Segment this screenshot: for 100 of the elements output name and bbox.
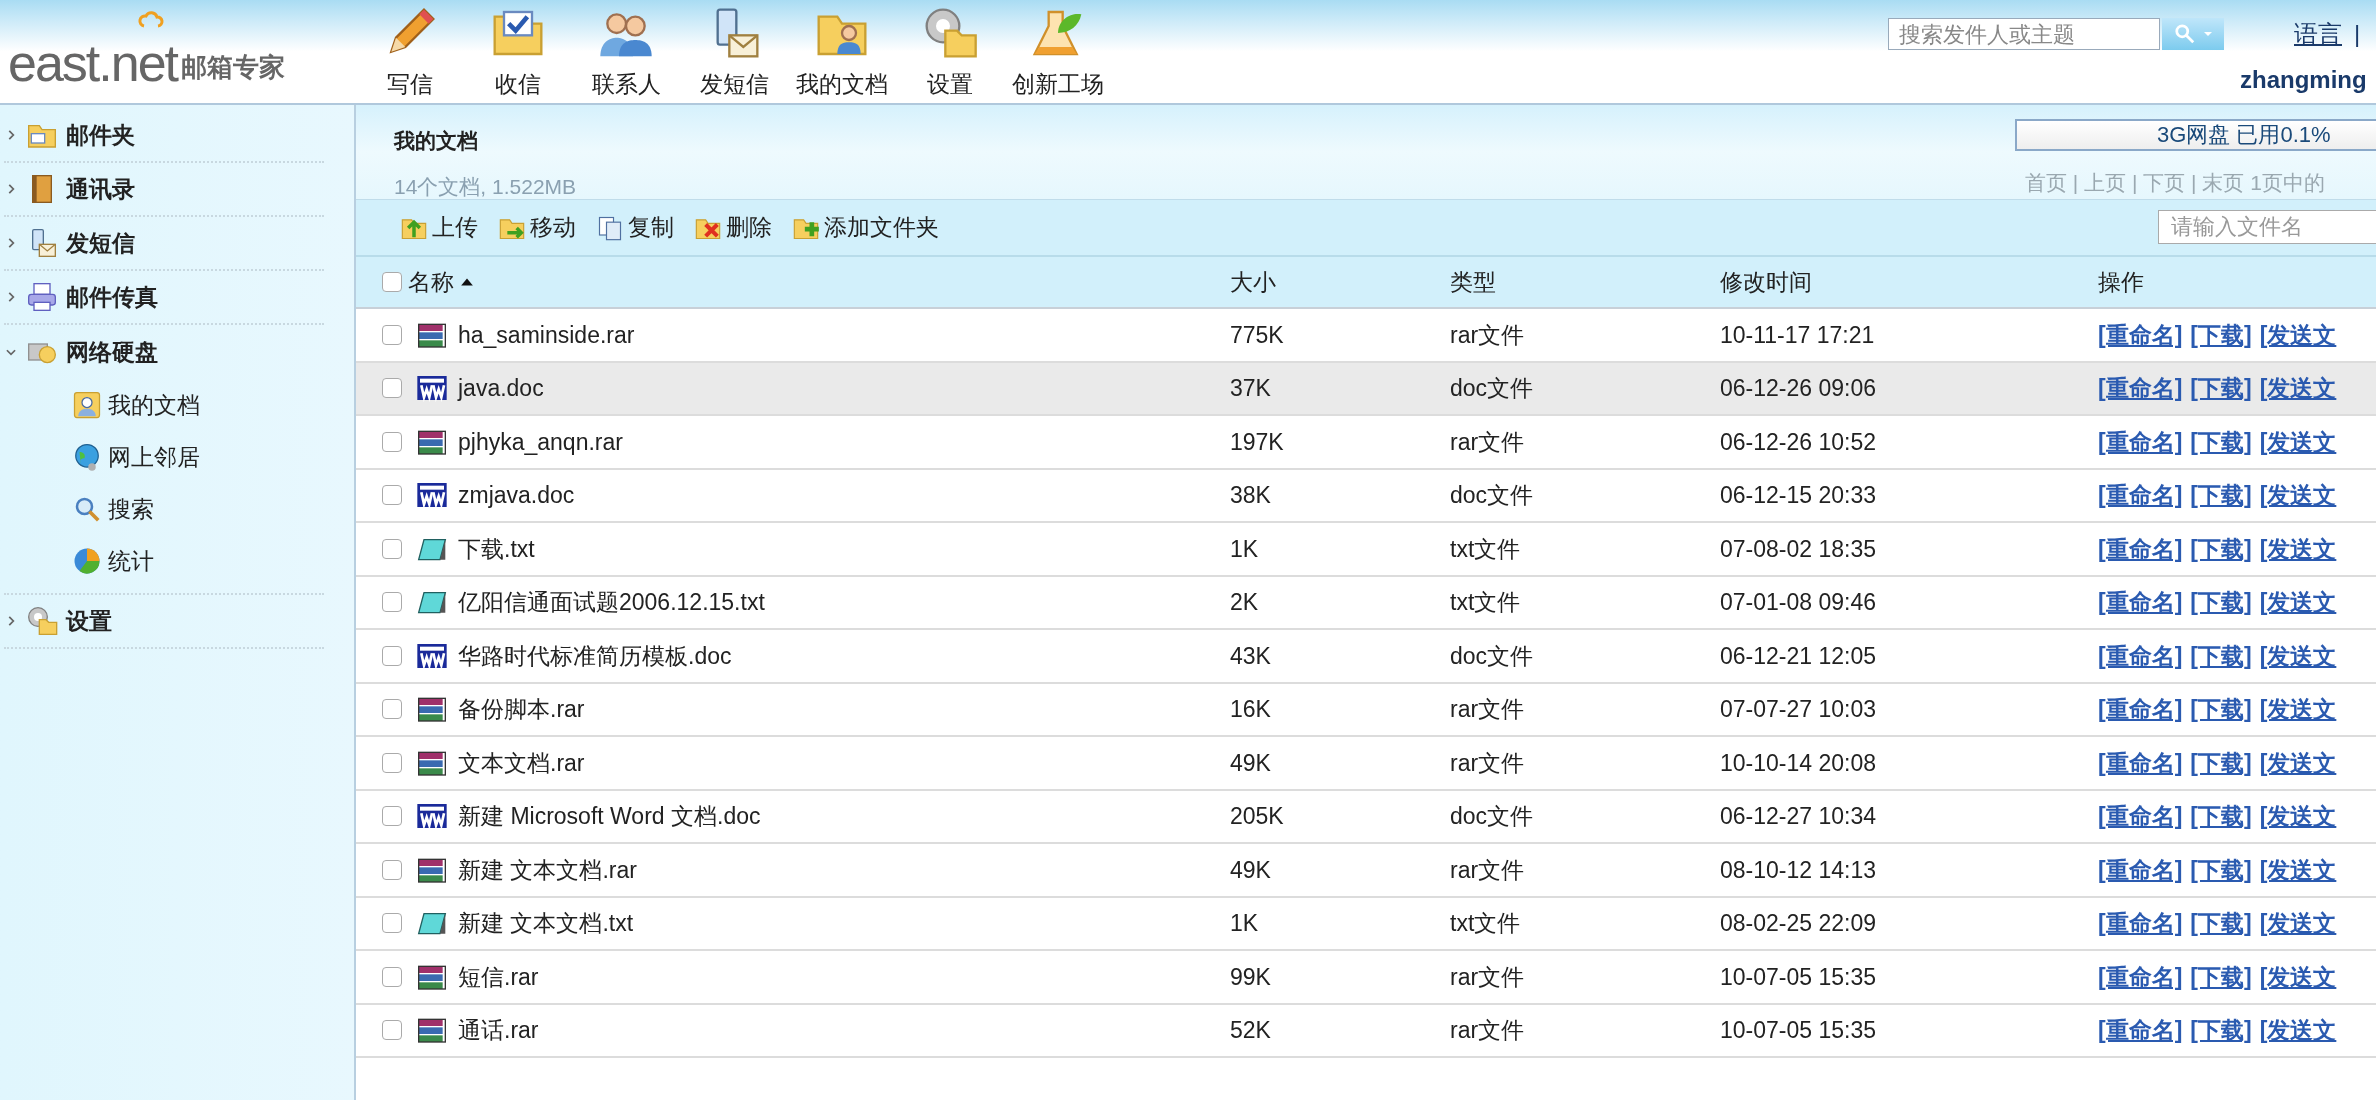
- action-link[interactable]: [下载]: [2190, 585, 2252, 620]
- table-row[interactable]: java.doc 37K doc文件 06-12-26 09:06 [重命名] [下载] [发送文: [356, 362, 2376, 416]
- modified-time: 06-12-21 12:05: [1720, 642, 1876, 669]
- action-link[interactable]: [下载]: [2190, 745, 2252, 780]
- action-link[interactable]: [重命名]: [2098, 531, 2183, 566]
- checkbox[interactable]: [382, 538, 402, 559]
- checkbox[interactable]: [382, 431, 402, 452]
- checkbox[interactable]: [382, 752, 402, 773]
- action-link[interactable]: [下载]: [2190, 1013, 2252, 1048]
- action-link[interactable]: [下载]: [2190, 692, 2252, 727]
- checkbox[interactable]: [382, 378, 402, 399]
- action-link[interactable]: [发送文: [2259, 1013, 2337, 1048]
- action-link[interactable]: [发送文: [2259, 852, 2337, 887]
- checkbox[interactable]: [382, 645, 402, 666]
- checkbox[interactable]: [382, 272, 402, 292]
- action-link[interactable]: [发送文: [2259, 799, 2337, 834]
- action-link[interactable]: [下载]: [2190, 478, 2252, 513]
- action-link[interactable]: [发送文: [2259, 478, 2337, 513]
- sidebar-subitem[interactable]: 网上邻居: [4, 431, 324, 483]
- action-link[interactable]: [下载]: [2190, 531, 2252, 566]
- column-header[interactable]: 修改时间: [1720, 264, 1812, 300]
- folder-summary: 14个文档, 1.522MB: [394, 173, 577, 200]
- action-link[interactable]: [发送文: [2259, 585, 2337, 620]
- action-link[interactable]: [重命名]: [2098, 371, 2183, 406]
- action-link[interactable]: [重命名]: [2098, 799, 2183, 834]
- toolbar-button[interactable]: 删除: [694, 210, 772, 245]
- file-name-field[interactable]: 请输入文件名: [2158, 210, 2376, 244]
- sidebar-item[interactable]: 邮件传真: [4, 271, 324, 325]
- checkbox[interactable]: [382, 699, 402, 720]
- file-size: 49K: [1230, 856, 1271, 883]
- action-link[interactable]: [发送文: [2259, 906, 2337, 941]
- action-link[interactable]: [下载]: [2190, 906, 2252, 941]
- action-link[interactable]: [重命名]: [2098, 478, 2183, 513]
- toolbar-button[interactable]: 上传: [400, 210, 478, 245]
- file-name: 短信.rar: [458, 962, 539, 992]
- toolbar-button[interactable]: 移动: [498, 210, 576, 245]
- action-link[interactable]: [重命名]: [2098, 906, 2183, 941]
- column-header[interactable]: 类型: [1450, 264, 1496, 300]
- action-link[interactable]: [下载]: [2190, 959, 2252, 994]
- checkbox[interactable]: [382, 806, 402, 827]
- sidebar-subitem[interactable]: 统计: [4, 535, 324, 587]
- action-link[interactable]: [重命名]: [2098, 852, 2183, 887]
- action-link[interactable]: [重命名]: [2098, 424, 2183, 459]
- action-link[interactable]: [重命名]: [2098, 638, 2183, 673]
- checkbox[interactable]: [382, 592, 402, 613]
- action-link[interactable]: [重命名]: [2098, 585, 2183, 620]
- sidebar-item[interactable]: 设置: [4, 595, 324, 649]
- nav-button[interactable]: 发短信: [680, 1, 788, 101]
- action-link[interactable]: [下载]: [2190, 317, 2252, 352]
- checkbox[interactable]: [382, 485, 402, 506]
- checkbox[interactable]: [382, 324, 402, 345]
- sidebar-item[interactable]: 发短信: [4, 217, 324, 271]
- nav-button[interactable]: 联系人: [572, 1, 680, 101]
- action-link[interactable]: [下载]: [2190, 424, 2252, 459]
- sidebar-subitem[interactable]: 搜索: [4, 483, 324, 535]
- nav-button[interactable]: 设置: [896, 1, 1004, 101]
- nav-button[interactable]: 创新工场: [1004, 1, 1112, 101]
- action-link[interactable]: [发送文: [2259, 531, 2337, 566]
- file-name: 通话.rar: [458, 1016, 539, 1045]
- action-link[interactable]: [下载]: [2190, 638, 2252, 673]
- file-type: rar文件: [1450, 696, 1525, 722]
- sidebar-item[interactable]: 通讯录: [4, 163, 324, 217]
- action-link[interactable]: [发送文: [2259, 638, 2337, 673]
- action-link[interactable]: [发送文: [2259, 959, 2337, 994]
- column-header[interactable]: 名称: [408, 264, 454, 300]
- nav-button[interactable]: 我的文档: [788, 1, 896, 101]
- action-link[interactable]: [重命名]: [2098, 959, 2183, 994]
- action-link[interactable]: [发送文: [2259, 745, 2337, 780]
- file-type: txt文件: [1450, 910, 1521, 936]
- search-button[interactable]: [2162, 18, 2224, 50]
- toolbar-button[interactable]: 复制: [596, 210, 674, 245]
- column-header[interactable]: 大小: [1230, 264, 1276, 300]
- checkbox[interactable]: [382, 966, 402, 987]
- action-link[interactable]: [下载]: [2190, 852, 2252, 887]
- search-field[interactable]: 搜索发件人或主题: [1888, 18, 2160, 50]
- action-link[interactable]: [重命名]: [2098, 1013, 2183, 1048]
- nav-button[interactable]: 写信: [356, 1, 464, 101]
- sidebar-item[interactable]: 网络硬盘: [4, 325, 324, 379]
- action-link[interactable]: [下载]: [2190, 799, 2252, 834]
- action-link[interactable]: [发送文: [2259, 317, 2337, 352]
- checkbox[interactable]: [382, 859, 402, 880]
- storage-bar: 3G网盘 已用0.1%: [2015, 119, 2376, 151]
- action-link[interactable]: [发送文: [2259, 371, 2337, 406]
- language-link[interactable]: 语言: [2294, 16, 2342, 52]
- action-link[interactable]: [重命名]: [2098, 692, 2183, 727]
- file-name: 备份脚本.rar: [458, 695, 585, 724]
- checkbox[interactable]: [382, 1020, 402, 1041]
- sidebar-subitem[interactable]: 我的文档: [4, 379, 324, 431]
- modified-time: 10-10-14 20:08: [1720, 749, 1876, 776]
- action-link[interactable]: [发送文: [2259, 692, 2337, 727]
- action-link[interactable]: [重命名]: [2098, 317, 2183, 352]
- file-type: doc文件: [1450, 482, 1534, 508]
- action-link[interactable]: [重命名]: [2098, 745, 2183, 780]
- checkbox[interactable]: [382, 913, 402, 934]
- nav-button[interactable]: 收信: [464, 1, 572, 101]
- column-header[interactable]: 操作: [2098, 264, 2144, 300]
- action-link[interactable]: [发送文: [2259, 424, 2337, 459]
- toolbar-button[interactable]: 添加文件夹: [792, 210, 939, 245]
- action-link[interactable]: [下载]: [2190, 371, 2252, 406]
- sidebar-item[interactable]: 邮件夹: [4, 109, 324, 163]
